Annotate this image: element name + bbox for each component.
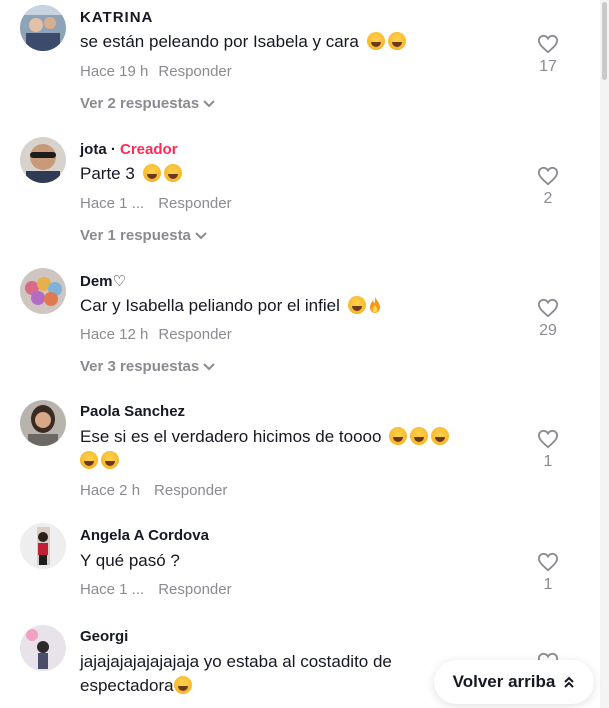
avatar[interactable] (20, 523, 66, 569)
comment-text-body: Car y Isabella peliando por el infiel (80, 296, 340, 315)
separator: · (110, 141, 116, 158)
laughing-face-icon (173, 676, 192, 694)
comment-username[interactable]: Dem♡ (80, 272, 126, 290)
like-count: 29 (539, 322, 557, 339)
reply-button[interactable]: Responder (158, 63, 231, 80)
comment-meta: Hace 1 ... Responder (80, 195, 232, 212)
like-count: 1 (543, 576, 553, 593)
comment-text-body: Parte 3 (80, 164, 135, 183)
like-button[interactable]: 1 (530, 552, 566, 594)
view-replies-label: Ver 3 respuestas (80, 358, 200, 375)
reply-button[interactable]: Responder (158, 581, 231, 598)
comment-username[interactable]: Paola Sanchez (80, 403, 185, 420)
view-replies-label: Ver 1 respuesta (80, 227, 191, 244)
laughing-face-icon (366, 32, 385, 50)
rolling-laughing-face-icon (431, 427, 450, 445)
comment-text-body: se están peleando por Isabela y cara (80, 32, 359, 51)
back-to-top-button[interactable]: Volver arriba (434, 660, 594, 704)
rolling-laughing-face-icon (163, 164, 182, 182)
comment-time: Hace 1 ... (80, 195, 145, 212)
comment-time: Hace 12 h (80, 326, 149, 343)
double-chevron-up-icon (564, 676, 575, 688)
scrollbar-thumb[interactable] (602, 2, 607, 80)
rolling-laughing-face-icon (142, 164, 161, 182)
comment-time: Hace 19 h (80, 63, 149, 80)
rolling-laughing-face-icon (347, 296, 366, 314)
laughing-face-icon (387, 32, 406, 50)
chevron-down-icon (203, 100, 215, 108)
scrollbar[interactable] (600, 0, 609, 708)
like-button[interactable]: 2 (530, 166, 566, 208)
view-replies-button[interactable]: Ver 2 respuestas (80, 95, 215, 112)
avatar[interactable] (20, 5, 66, 51)
comment-meta: Hace 12 h Responder (80, 326, 232, 343)
comment-text-body: Y qué pasó ? (80, 551, 180, 570)
like-button[interactable]: 1 (530, 429, 566, 471)
comment-meta: Hace 1 ... Responder (80, 581, 232, 598)
avatar[interactable] (20, 625, 66, 671)
chevron-down-icon (203, 363, 215, 371)
comment-text: Ese si es el verdadero hicimos de toooo (80, 425, 510, 473)
rolling-laughing-face-icon (410, 427, 429, 445)
view-replies-button[interactable]: Ver 1 respuesta (80, 227, 207, 244)
comment-username[interactable]: jota (80, 141, 107, 158)
comment-time: Hace 1 ... (80, 581, 145, 598)
comment-text: Parte 3 (80, 162, 510, 186)
comment-time: Hace 2 h (80, 482, 141, 499)
creator-badge: Creador (120, 141, 178, 158)
rolling-laughing-face-icon (80, 451, 98, 469)
view-replies-label: Ver 2 respuestas (80, 95, 200, 112)
like-button[interactable]: 17 (530, 34, 566, 76)
rolling-laughing-face-icon (389, 427, 408, 445)
comment-username[interactable]: Angela A Cordova (80, 527, 209, 544)
like-count: 2 (543, 190, 553, 207)
comment-username[interactable]: KATRINA (80, 9, 153, 26)
back-to-top-label: Volver arriba (452, 672, 556, 691)
heart-icon (537, 429, 559, 449)
comment-text: Car y Isabella peliando por el infiel (80, 294, 510, 318)
avatar[interactable] (20, 137, 66, 183)
reply-button[interactable]: Responder (158, 326, 231, 343)
like-count: 17 (539, 58, 557, 75)
comment-text-body: Ese si es el verdadero hicimos de toooo (80, 427, 382, 446)
heart-icon (537, 552, 559, 572)
comment-meta: Hace 2 h Responder (80, 482, 227, 499)
reply-button[interactable]: Responder (154, 482, 227, 499)
comment-text-body: jajajajajajajajaja yo estaba al costadit… (80, 652, 392, 695)
chevron-down-icon (195, 232, 207, 240)
heart-icon (537, 34, 559, 54)
avatar[interactable] (20, 268, 66, 314)
heart-icon (537, 298, 559, 318)
like-button[interactable]: 29 (530, 298, 566, 340)
comment-meta: Hace 19 h Responder (80, 63, 232, 80)
comment-text: jajajajajajajajaja yo estaba al costadit… (80, 650, 440, 698)
comment-username-row: jota · Creador (80, 141, 178, 158)
fire-icon (369, 297, 380, 313)
comment-text: se están peleando por Isabela y cara (80, 30, 510, 54)
heart-icon (537, 166, 559, 186)
rolling-laughing-face-icon (101, 451, 119, 469)
comment-username[interactable]: Georgi (80, 628, 128, 645)
reply-button[interactable]: Responder (158, 195, 231, 212)
view-replies-button[interactable]: Ver 3 respuestas (80, 358, 215, 375)
avatar[interactable] (20, 400, 66, 446)
comment-text: Y qué pasó ? (80, 549, 510, 573)
like-count: 1 (543, 453, 553, 470)
